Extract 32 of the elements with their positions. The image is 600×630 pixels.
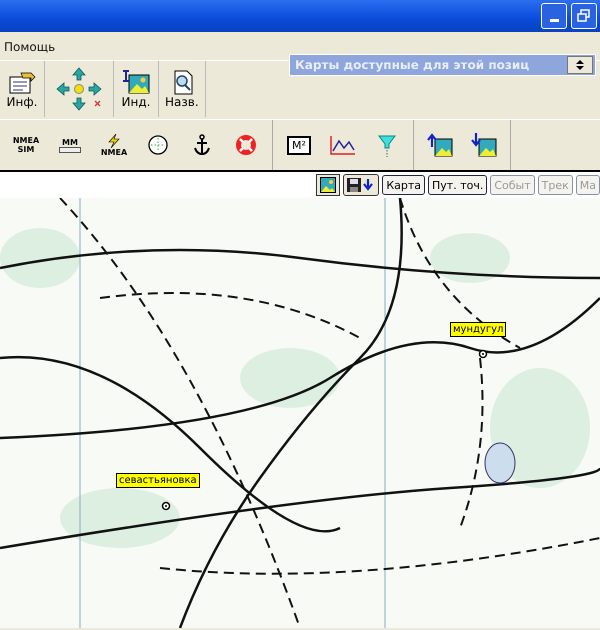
save-button[interactable]	[343, 174, 380, 196]
info-button[interactable]: Инф.	[0, 61, 45, 117]
map-tab-button[interactable]: Пут. точ.	[428, 175, 488, 195]
nmea-tool[interactable]: NMEA	[92, 125, 136, 165]
arrow-down-picture-icon	[471, 133, 497, 157]
image-button[interactable]	[316, 174, 340, 196]
waypoint-icon[interactable]	[161, 501, 171, 511]
spinner-icon[interactable]	[567, 56, 593, 74]
picture-icon	[121, 69, 151, 95]
picture-icon	[320, 177, 336, 193]
anchor-icon	[192, 134, 212, 156]
minimize-button[interactable]	[541, 3, 567, 29]
map-tab-button[interactable]: Карта	[382, 175, 426, 195]
lightning-icon	[107, 134, 121, 148]
minimize-icon	[550, 18, 558, 22]
menu-item[interactable]: Помощь	[0, 32, 60, 54]
lifebuoy-icon	[235, 134, 257, 156]
line-graph-icon	[330, 135, 356, 155]
area-tool[interactable]: M²	[277, 125, 321, 165]
crosshair-icon	[147, 134, 169, 156]
funnel-icon	[377, 133, 397, 157]
place-label: севастьяновка	[116, 473, 200, 488]
place-label: мундугул	[450, 322, 506, 337]
restore-icon	[577, 9, 591, 23]
index-button[interactable]: Инд.	[114, 61, 159, 117]
mm-tool[interactable]: MM	[48, 125, 92, 165]
waypoint-icon[interactable]	[478, 349, 488, 359]
restore-button[interactable]	[571, 3, 597, 29]
arrow-up-picture-icon	[427, 133, 453, 157]
keypad-icon	[59, 146, 81, 152]
nmea-sim-tool[interactable]: NMEA SIM	[4, 125, 48, 165]
names-button[interactable]: Назв.	[159, 61, 206, 117]
